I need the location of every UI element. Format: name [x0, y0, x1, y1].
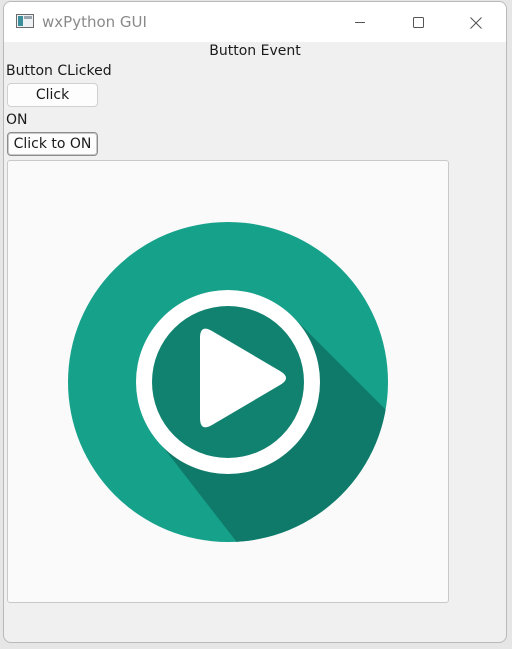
minimize-button[interactable] — [331, 2, 389, 42]
toggle-state-label: ON — [6, 112, 28, 128]
minimize-icon — [355, 22, 365, 23]
maximize-icon — [413, 17, 424, 28]
status-label: Button CLicked — [6, 63, 112, 79]
close-icon — [470, 17, 482, 29]
heading-label: Button Event — [209, 43, 301, 59]
image-panel — [7, 160, 449, 603]
play-icon — [68, 222, 388, 542]
maximize-button[interactable] — [389, 2, 447, 42]
title-bar[interactable]: wxPython GUI — [4, 2, 506, 42]
close-button[interactable] — [447, 2, 505, 42]
app-window-icon — [16, 14, 34, 28]
toggle-button[interactable]: Click to ON — [7, 132, 98, 156]
app-window: wxPython GUI Button Event Button CLicked… — [3, 1, 507, 643]
window-title: wxPython GUI — [42, 13, 147, 31]
click-button[interactable]: Click — [7, 83, 98, 107]
